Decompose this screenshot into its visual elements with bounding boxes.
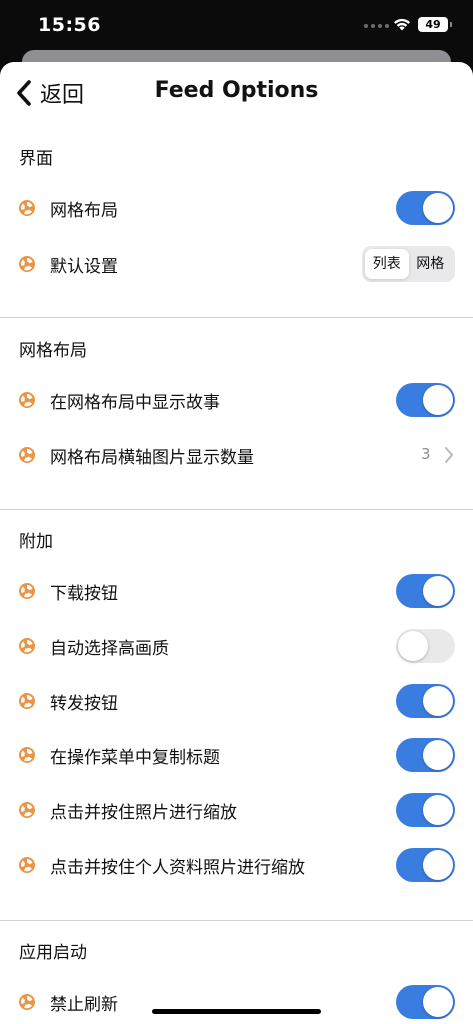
tweak-icon — [19, 693, 35, 709]
row-label: 点击并按住个人资料照片进行缩放 — [50, 858, 305, 878]
row-show-stories: 在网格布局中显示故事 — [0, 378, 473, 422]
row-label: 默认设置 — [50, 257, 118, 277]
grid-layout-toggle[interactable] — [396, 191, 455, 225]
row-zoom-photo: 点击并按住照片进行缩放 — [0, 788, 473, 832]
row-label: 网格布局 — [50, 201, 118, 221]
row-label: 下载按钮 — [50, 584, 118, 604]
repost-button-toggle[interactable] — [396, 684, 455, 718]
download-button-toggle[interactable] — [396, 574, 455, 608]
tweak-icon — [19, 802, 35, 818]
row-label: 点击并按住照片进行缩放 — [50, 803, 237, 823]
zoom-photo-toggle[interactable] — [396, 793, 455, 827]
page-title: Feed Options — [154, 78, 319, 103]
tweak-icon — [19, 857, 35, 873]
tweak-icon — [19, 200, 35, 216]
row-label: 禁止刷新 — [50, 995, 118, 1015]
tweak-icon — [19, 747, 35, 763]
segment-list[interactable]: 列表 — [365, 249, 409, 279]
copy-caption-toggle[interactable] — [396, 738, 455, 772]
zoom-profile-toggle[interactable] — [396, 848, 455, 882]
row-horizontal-count[interactable]: 网格布局横轴图片显示数量 3 — [0, 433, 473, 477]
show-stories-toggle[interactable] — [396, 383, 455, 417]
wifi-icon — [394, 18, 410, 31]
segment-grid[interactable]: 网格 — [409, 249, 453, 279]
auto-hq-toggle[interactable] — [396, 629, 455, 663]
row-label: 在操作菜单中复制标题 — [50, 748, 220, 768]
row-grid-layout: 网格布局 — [0, 186, 473, 230]
section-header-interface: 界面 — [19, 149, 53, 169]
row-auto-hq: 自动选择高画质 — [0, 624, 473, 668]
section-header-launch: 应用启动 — [19, 943, 87, 963]
section-header-grid: 网格布局 — [19, 341, 87, 361]
row-label: 自动选择高画质 — [50, 639, 169, 659]
default-setting-segmented-control: 列表 网格 — [362, 246, 455, 282]
disable-refresh-toggle[interactable] — [396, 985, 455, 1019]
row-zoom-profile: 点击并按住个人资料照片进行缩放 — [0, 843, 473, 887]
row-disable-refresh: 禁止刷新 — [0, 980, 473, 1024]
section-divider — [0, 317, 473, 318]
tweak-icon — [19, 447, 35, 463]
row-label: 网格布局横轴图片显示数量 — [50, 448, 254, 468]
row-label: 在网格布局中显示故事 — [50, 393, 220, 413]
status-time: 15:56 — [38, 14, 101, 36]
home-indicator — [152, 1009, 321, 1014]
tweak-icon — [19, 994, 35, 1010]
section-header-extras: 附加 — [19, 532, 53, 552]
chevron-right-icon — [445, 447, 453, 463]
battery-indicator: 49 — [418, 17, 452, 32]
row-default-setting: 默认设置 列表 网格 — [0, 242, 473, 286]
tweak-icon — [19, 638, 35, 654]
row-repost-button: 转发按钮 — [0, 679, 473, 723]
horizontal-count-value: 3 — [421, 445, 431, 463]
row-download-button: 下载按钮 — [0, 569, 473, 613]
navigation-bar: 返回 Feed Options — [0, 62, 473, 124]
tweak-icon — [19, 392, 35, 408]
row-label: 转发按钮 — [50, 694, 118, 714]
cellular-signal-icon — [364, 24, 389, 28]
section-divider — [0, 509, 473, 510]
tweak-icon — [19, 256, 35, 272]
tweak-icon — [19, 583, 35, 599]
feed-options-sheet[interactable]: 返回 Feed Options 界面 网格布局 默认设置 列表 网格 网格布局 … — [0, 62, 473, 1024]
section-divider — [0, 920, 473, 921]
row-copy-caption: 在操作菜单中复制标题 — [0, 733, 473, 777]
